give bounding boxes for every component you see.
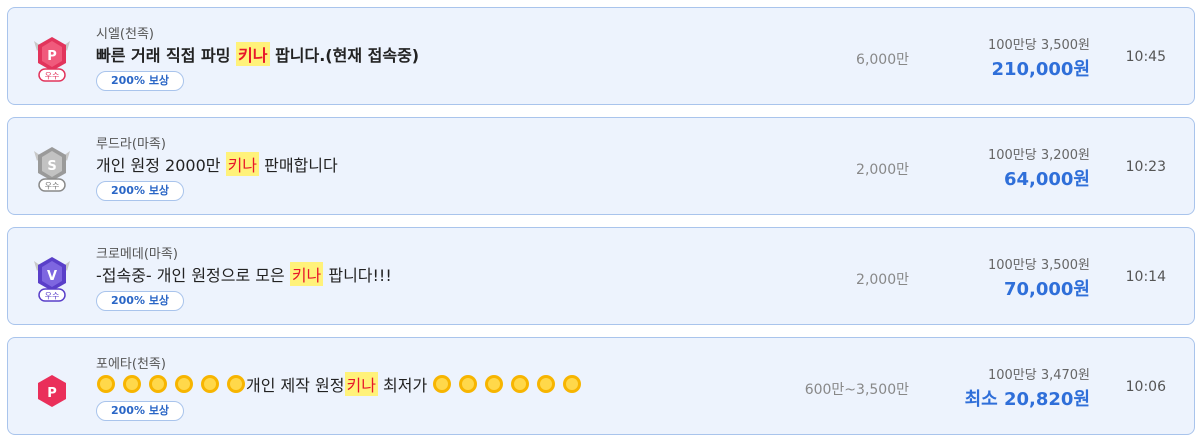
purple-grade-badge-icon: V 우수 [28,253,76,303]
sun-emoji-icon [97,375,115,394]
title-text: 빠른 거래 직접 파밍 [96,46,237,65]
price: 70,000원 [1003,279,1090,300]
svg-text:P: P [47,49,57,64]
sun-emoji-icon [485,375,504,394]
sun-emoji-group [96,374,246,395]
unit-rate: 100만당 3,500원 [987,258,1090,273]
post-time: 10:23 [1125,159,1166,175]
silver-grade-badge-icon: S 우수 [28,143,76,193]
post-time: 10:45 [1125,49,1166,65]
svg-text:우수: 우수 [45,72,60,81]
sun-emoji-icon [537,375,556,394]
svg-text:P: P [47,386,57,401]
svg-text:우수: 우수 [45,292,60,301]
sun-emoji-icon [511,375,530,394]
pink-grade-badge-icon: P 우수 [28,33,76,83]
compensation-badge: 200% 보상 [96,181,185,201]
title-text: 개인 제작 원정 [246,376,345,395]
keyword-highlight: 키나 [344,372,378,396]
sun-emoji-icon [563,375,582,394]
title-text: -접속중- 개인 원정으로 모은 [96,266,290,285]
keyword-highlight: 키나 [225,152,260,176]
quantity: 600만~3,500만 [804,382,909,398]
unit-rate: 100만당 3,500원 [987,38,1090,53]
listing-card[interactable]: S 우수 루드라(마족) 개인 원정 2000만 키나 판매합니다 200% 보… [7,117,1195,215]
unit-rate: 100만당 3,470원 [987,368,1090,383]
server-name: 크로메데(마족) [96,247,178,262]
title-text: 개인 원정 2000만 [96,156,226,175]
price: 210,000원 [991,59,1090,80]
svg-text:S: S [47,159,56,174]
listing-title[interactable]: 빠른 거래 직접 파밍 키나 팝니다.(현재 접속중) [96,42,419,66]
post-time: 10:06 [1125,379,1166,395]
post-time: 10:14 [1125,269,1166,285]
title-text: 판매합니다 [259,156,338,175]
sun-emoji-icon [123,375,141,394]
sun-emoji-icon [433,375,452,394]
svg-text:우수: 우수 [45,182,60,191]
sun-emoji-icon [459,375,478,394]
listing-card[interactable]: P 포에타(천족) 개인 제작 원정 키나 최저가 200% 보상 600만~3… [7,337,1195,435]
sun-emoji-icon [149,375,167,394]
sun-emoji-icon [201,375,219,394]
server-name: 포에타(천족) [96,357,166,372]
quantity: 6,000만 [856,52,909,68]
listing-title[interactable]: 개인 원정 2000만 키나 판매합니다 [96,152,338,176]
compensation-badge: 200% 보상 [96,71,185,91]
listing-card[interactable]: V 우수 크로메데(마족) -접속중- 개인 원정으로 모은 키나 팝니다!!!… [7,227,1195,325]
pink-power-badge-icon: P [28,363,76,413]
listing-title[interactable]: -접속중- 개인 원정으로 모은 키나 팝니다!!! [96,262,392,286]
quantity: 2,000만 [856,272,909,288]
title-text: 팝니다!!! [323,266,392,285]
keyword-highlight: 키나 [289,262,324,286]
price: 64,000원 [1003,169,1090,190]
title-text: 최저가 [377,376,433,395]
compensation-badge: 200% 보상 [96,401,185,421]
listing-title[interactable]: 개인 제작 원정 키나 최저가 [96,372,582,396]
server-name: 시엘(천족) [96,27,154,42]
keyword-highlight: 키나 [236,42,270,66]
server-name: 루드라(마족) [96,137,166,152]
compensation-badge: 200% 보상 [96,291,185,311]
quantity: 2,000만 [856,162,909,178]
price: 최소 20,820원 [964,389,1090,410]
trade-listing-list: P 우수 시엘(천족) 빠른 거래 직접 파밍 키나 팝니다.(현재 접속중) … [0,0,1200,440]
sun-emoji-icon [227,375,245,394]
svg-text:V: V [47,269,57,284]
title-text: 팝니다.(현재 접속중) [269,46,420,65]
sun-emoji-icon [175,375,193,394]
listing-card[interactable]: P 우수 시엘(천족) 빠른 거래 직접 파밍 키나 팝니다.(현재 접속중) … [7,7,1195,105]
unit-rate: 100만당 3,200원 [987,148,1090,163]
sun-emoji-group [432,374,582,395]
